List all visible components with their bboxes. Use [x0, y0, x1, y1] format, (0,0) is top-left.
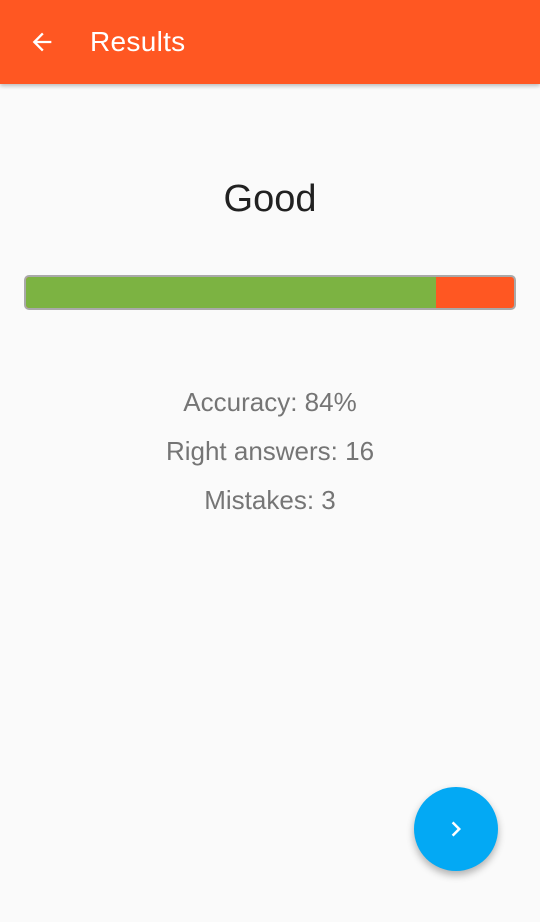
progress-right-fill — [26, 277, 436, 308]
accuracy-text: Accuracy: 84% — [183, 387, 357, 417]
app-bar: Results — [0, 0, 540, 84]
back-button[interactable] — [0, 0, 84, 84]
mistakes-text: Mistakes: 3 — [204, 485, 336, 515]
chevron-right-icon — [451, 821, 461, 837]
arrow-left-icon — [32, 32, 52, 52]
accuracy-progress-bar — [24, 275, 516, 310]
stats-block: Accuracy: 84% Right answers: 16 Mistakes… — [0, 385, 540, 532]
grade-label: Good — [223, 178, 317, 220]
right-answers-text: Right answers: 16 — [165, 436, 375, 466]
page-title: Results — [90, 26, 186, 57]
next-button[interactable] — [414, 787, 498, 871]
results-screen: Results Good Accuracy: 84% Right answers… — [0, 0, 540, 922]
